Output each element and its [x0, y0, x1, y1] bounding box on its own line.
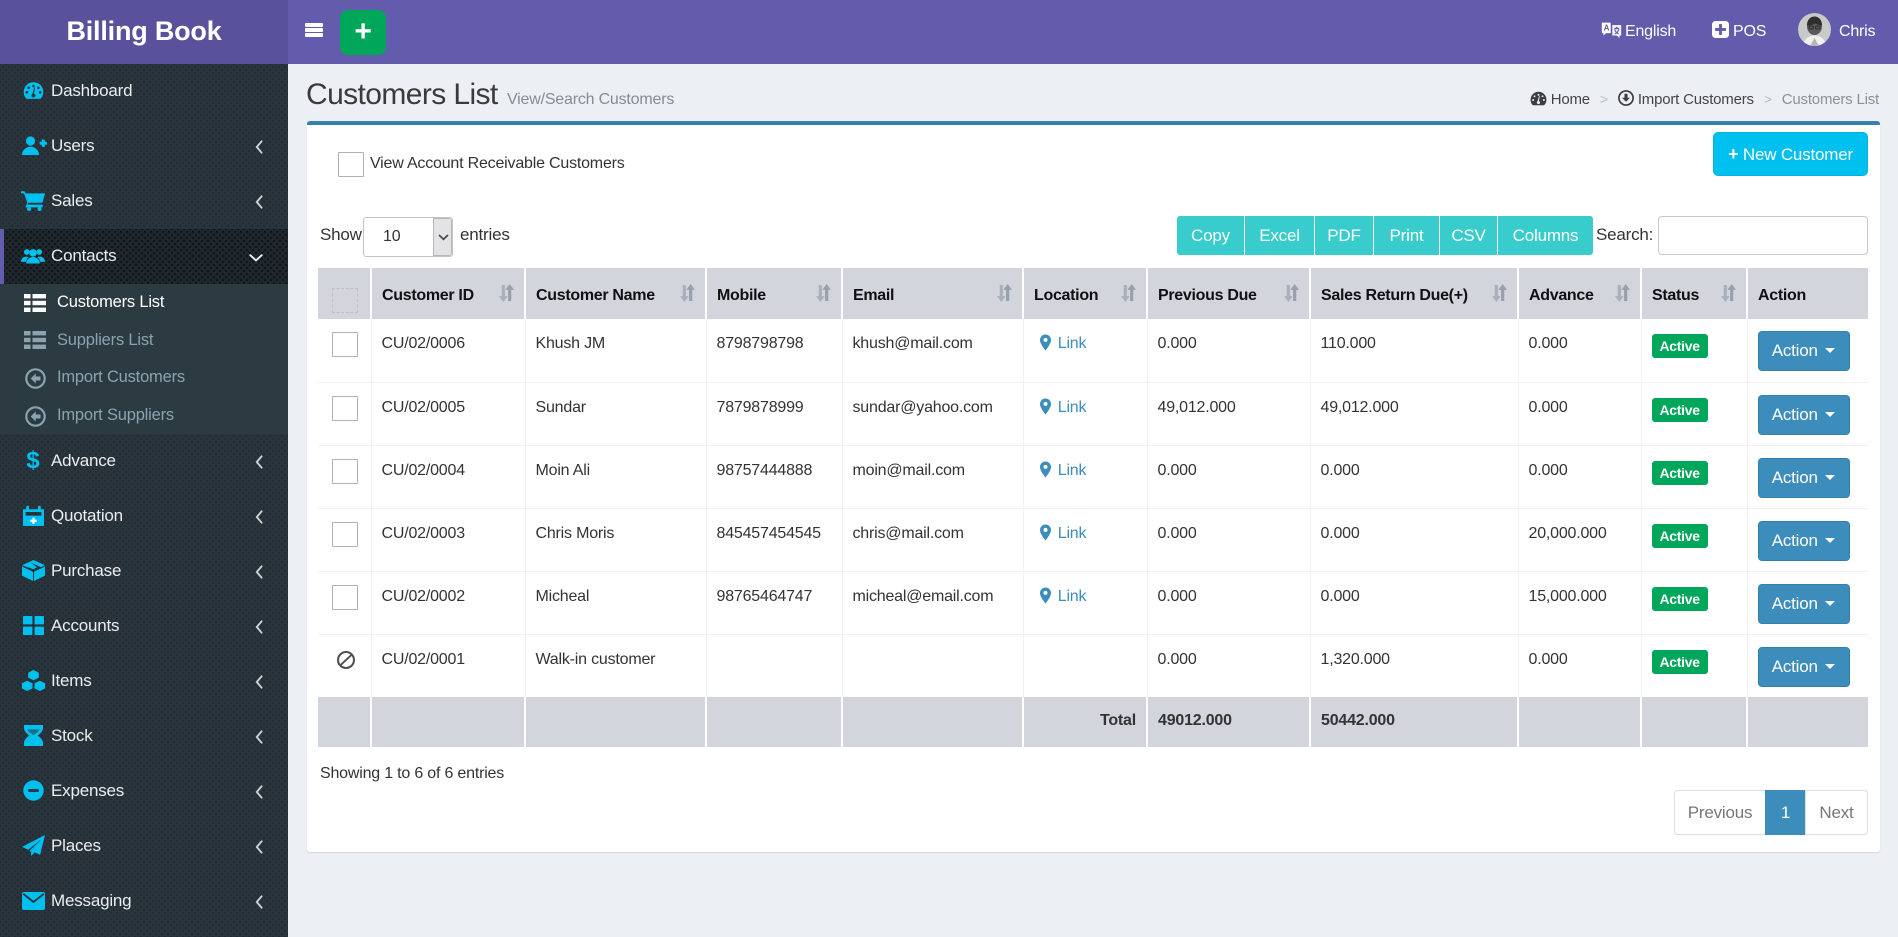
- svg-text:A: A: [1604, 24, 1610, 33]
